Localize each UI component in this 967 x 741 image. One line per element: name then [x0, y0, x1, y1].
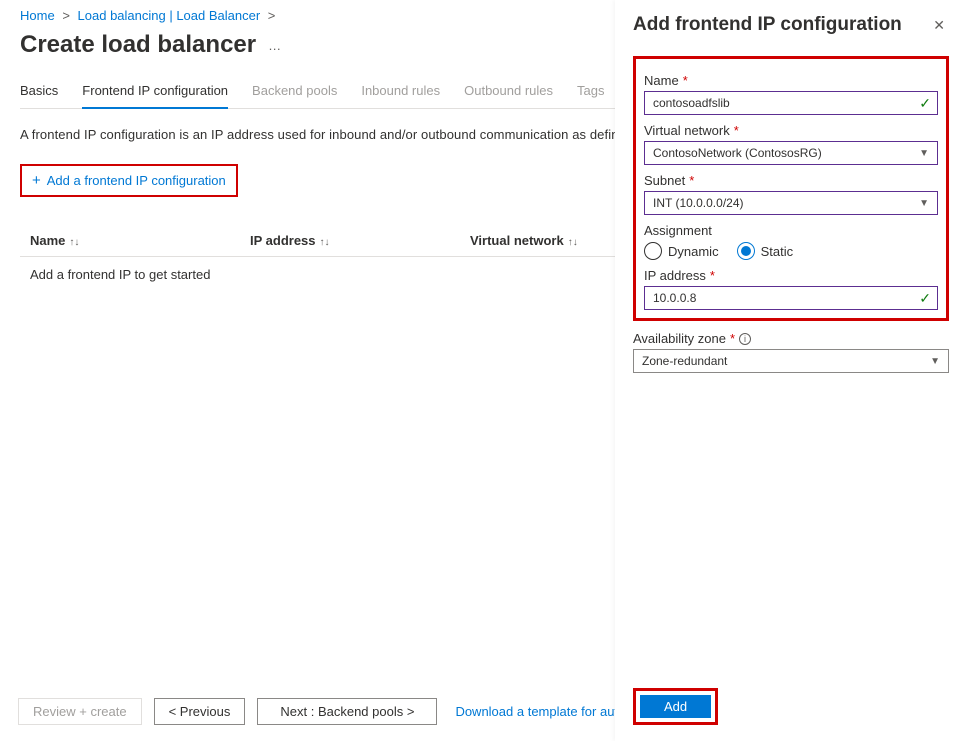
close-icon[interactable]: ✕: [929, 14, 949, 36]
add-frontend-ip-panel: Add frontend IP configuration ✕ Name* co…: [615, 0, 967, 741]
col-header-name[interactable]: Name↑↓: [20, 225, 240, 257]
subnet-select[interactable]: INT (10.0.0.0/24) ▼: [644, 191, 938, 215]
tab-basics[interactable]: Basics: [20, 83, 58, 108]
add-frontend-ip-button[interactable]: + Add a frontend IP configuration: [20, 164, 238, 197]
page-title: Create load balancer: [20, 31, 256, 59]
ip-label: IP address*: [644, 268, 938, 283]
breadcrumb-home[interactable]: Home: [20, 8, 55, 23]
sort-icon: ↑↓: [320, 237, 330, 248]
highlighted-form-group: Name* contosoadfslib ✓ Virtual network* …: [633, 56, 949, 321]
tab-frontend-ip[interactable]: Frontend IP configuration: [82, 83, 228, 108]
next-button[interactable]: Next : Backend pools >: [257, 698, 437, 725]
tab-backend-pools[interactable]: Backend pools: [252, 83, 337, 108]
sort-icon: ↑↓: [568, 237, 578, 248]
vnet-label: Virtual network*: [644, 123, 938, 138]
plus-icon: +: [32, 173, 41, 188]
add-frontend-ip-label: Add a frontend IP configuration: [47, 173, 226, 188]
chevron-down-icon: ▼: [919, 148, 929, 159]
az-label: Availability zone* i: [633, 331, 949, 346]
info-icon[interactable]: i: [739, 333, 751, 345]
previous-button[interactable]: < Previous: [154, 698, 246, 725]
ip-input[interactable]: 10.0.0.8 ✓: [644, 286, 938, 310]
tab-outbound-rules[interactable]: Outbound rules: [464, 83, 553, 108]
chevron-down-icon: ▼: [919, 198, 929, 209]
check-icon: ✓: [919, 290, 931, 307]
review-create-button: Review + create: [18, 698, 142, 725]
assignment-dynamic-radio[interactable]: Dynamic: [644, 242, 719, 260]
az-select[interactable]: Zone-redundant ▼: [633, 349, 949, 373]
chevron-down-icon: ▼: [930, 356, 940, 367]
panel-title: Add frontend IP configuration: [633, 14, 902, 36]
col-header-ip[interactable]: IP address↑↓: [240, 225, 460, 257]
vnet-select[interactable]: ContosoNetwork (ContososRG) ▼: [644, 141, 938, 165]
more-icon[interactable]: …: [268, 38, 282, 53]
breadcrumb-load-balancing[interactable]: Load balancing | Load Balancer: [78, 8, 261, 23]
subnet-label: Subnet*: [644, 173, 938, 188]
name-label: Name*: [644, 73, 938, 88]
assignment-label: Assignment: [644, 223, 938, 238]
sort-icon: ↑↓: [69, 237, 79, 248]
tab-tags[interactable]: Tags: [577, 83, 604, 108]
tab-inbound-rules[interactable]: Inbound rules: [361, 83, 440, 108]
name-input[interactable]: contosoadfslib ✓: [644, 91, 938, 115]
check-icon: ✓: [919, 95, 931, 112]
add-button[interactable]: Add: [640, 695, 711, 718]
assignment-static-radio[interactable]: Static: [737, 242, 794, 260]
